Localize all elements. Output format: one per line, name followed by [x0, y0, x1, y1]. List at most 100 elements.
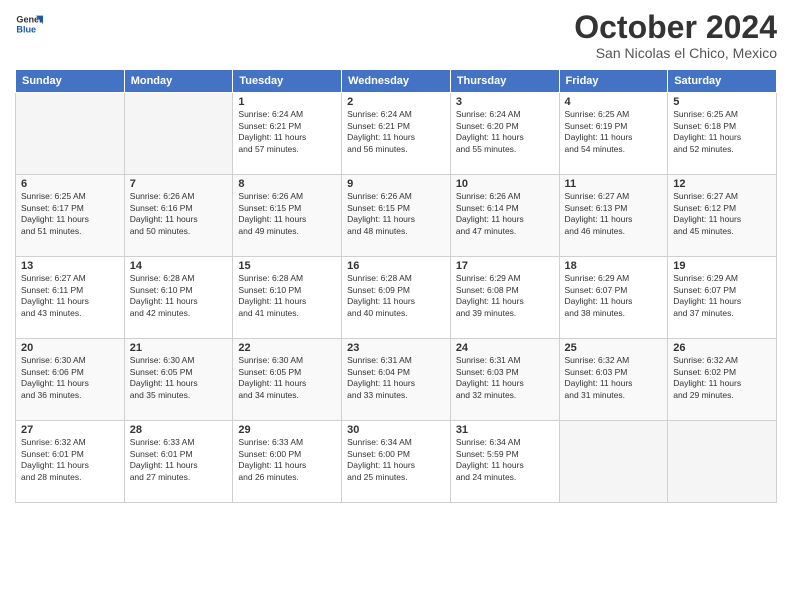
calendar-cell: 11Sunrise: 6:27 AM Sunset: 6:13 PM Dayli… — [559, 175, 668, 257]
calendar-cell: 19Sunrise: 6:29 AM Sunset: 6:07 PM Dayli… — [668, 257, 777, 339]
day-number: 22 — [238, 342, 336, 354]
calendar-cell — [16, 93, 125, 175]
calendar-cell: 28Sunrise: 6:33 AM Sunset: 6:01 PM Dayli… — [124, 421, 233, 503]
calendar-cell: 17Sunrise: 6:29 AM Sunset: 6:08 PM Dayli… — [450, 257, 559, 339]
calendar-header-row: SundayMondayTuesdayWednesdayThursdayFrid… — [16, 70, 777, 93]
day-info: Sunrise: 6:25 AM Sunset: 6:19 PM Dayligh… — [565, 109, 663, 155]
location-subtitle: San Nicolas el Chico, Mexico — [574, 45, 777, 61]
day-number: 11 — [565, 178, 663, 190]
logo: General Blue — [15, 10, 43, 38]
day-number: 10 — [456, 178, 554, 190]
day-number: 28 — [130, 424, 228, 436]
day-number: 8 — [238, 178, 336, 190]
calendar-cell: 10Sunrise: 6:26 AM Sunset: 6:14 PM Dayli… — [450, 175, 559, 257]
day-info: Sunrise: 6:24 AM Sunset: 6:21 PM Dayligh… — [238, 109, 336, 155]
day-number: 13 — [21, 260, 119, 272]
day-number: 7 — [130, 178, 228, 190]
day-info: Sunrise: 6:31 AM Sunset: 6:03 PM Dayligh… — [456, 355, 554, 401]
day-info: Sunrise: 6:28 AM Sunset: 6:09 PM Dayligh… — [347, 273, 445, 319]
day-number: 2 — [347, 96, 445, 108]
calendar-cell — [124, 93, 233, 175]
day-info: Sunrise: 6:24 AM Sunset: 6:20 PM Dayligh… — [456, 109, 554, 155]
col-header-monday: Monday — [124, 70, 233, 93]
col-header-thursday: Thursday — [450, 70, 559, 93]
col-header-sunday: Sunday — [16, 70, 125, 93]
day-number: 9 — [347, 178, 445, 190]
calendar-cell: 16Sunrise: 6:28 AM Sunset: 6:09 PM Dayli… — [342, 257, 451, 339]
day-info: Sunrise: 6:24 AM Sunset: 6:21 PM Dayligh… — [347, 109, 445, 155]
calendar-cell: 7Sunrise: 6:26 AM Sunset: 6:16 PM Daylig… — [124, 175, 233, 257]
col-header-saturday: Saturday — [668, 70, 777, 93]
day-number: 4 — [565, 96, 663, 108]
calendar-cell: 8Sunrise: 6:26 AM Sunset: 6:15 PM Daylig… — [233, 175, 342, 257]
day-number: 18 — [565, 260, 663, 272]
col-header-friday: Friday — [559, 70, 668, 93]
calendar-cell: 21Sunrise: 6:30 AM Sunset: 6:05 PM Dayli… — [124, 339, 233, 421]
day-info: Sunrise: 6:26 AM Sunset: 6:15 PM Dayligh… — [347, 191, 445, 237]
day-number: 20 — [21, 342, 119, 354]
day-info: Sunrise: 6:25 AM Sunset: 6:18 PM Dayligh… — [673, 109, 771, 155]
calendar-cell: 24Sunrise: 6:31 AM Sunset: 6:03 PM Dayli… — [450, 339, 559, 421]
day-number: 21 — [130, 342, 228, 354]
day-info: Sunrise: 6:32 AM Sunset: 6:03 PM Dayligh… — [565, 355, 663, 401]
calendar-cell: 6Sunrise: 6:25 AM Sunset: 6:17 PM Daylig… — [16, 175, 125, 257]
day-info: Sunrise: 6:34 AM Sunset: 5:59 PM Dayligh… — [456, 437, 554, 483]
calendar-cell: 15Sunrise: 6:28 AM Sunset: 6:10 PM Dayli… — [233, 257, 342, 339]
calendar-cell: 14Sunrise: 6:28 AM Sunset: 6:10 PM Dayli… — [124, 257, 233, 339]
calendar-cell: 25Sunrise: 6:32 AM Sunset: 6:03 PM Dayli… — [559, 339, 668, 421]
calendar-week-row: 6Sunrise: 6:25 AM Sunset: 6:17 PM Daylig… — [16, 175, 777, 257]
day-info: Sunrise: 6:25 AM Sunset: 6:17 PM Dayligh… — [21, 191, 119, 237]
day-number: 19 — [673, 260, 771, 272]
day-info: Sunrise: 6:32 AM Sunset: 6:02 PM Dayligh… — [673, 355, 771, 401]
calendar-cell: 4Sunrise: 6:25 AM Sunset: 6:19 PM Daylig… — [559, 93, 668, 175]
calendar-cell: 29Sunrise: 6:33 AM Sunset: 6:00 PM Dayli… — [233, 421, 342, 503]
day-info: Sunrise: 6:30 AM Sunset: 6:06 PM Dayligh… — [21, 355, 119, 401]
day-info: Sunrise: 6:27 AM Sunset: 6:12 PM Dayligh… — [673, 191, 771, 237]
calendar-cell — [559, 421, 668, 503]
day-number: 25 — [565, 342, 663, 354]
calendar-cell: 1Sunrise: 6:24 AM Sunset: 6:21 PM Daylig… — [233, 93, 342, 175]
title-block: October 2024 San Nicolas el Chico, Mexic… — [574, 10, 777, 61]
calendar-cell: 13Sunrise: 6:27 AM Sunset: 6:11 PM Dayli… — [16, 257, 125, 339]
day-number: 1 — [238, 96, 336, 108]
day-info: Sunrise: 6:27 AM Sunset: 6:11 PM Dayligh… — [21, 273, 119, 319]
day-info: Sunrise: 6:26 AM Sunset: 6:14 PM Dayligh… — [456, 191, 554, 237]
calendar-cell: 18Sunrise: 6:29 AM Sunset: 6:07 PM Dayli… — [559, 257, 668, 339]
day-info: Sunrise: 6:26 AM Sunset: 6:16 PM Dayligh… — [130, 191, 228, 237]
day-info: Sunrise: 6:33 AM Sunset: 6:00 PM Dayligh… — [238, 437, 336, 483]
calendar-cell — [668, 421, 777, 503]
calendar-cell: 5Sunrise: 6:25 AM Sunset: 6:18 PM Daylig… — [668, 93, 777, 175]
day-info: Sunrise: 6:29 AM Sunset: 6:07 PM Dayligh… — [673, 273, 771, 319]
day-number: 12 — [673, 178, 771, 190]
month-title: October 2024 — [574, 10, 777, 45]
day-number: 24 — [456, 342, 554, 354]
day-info: Sunrise: 6:27 AM Sunset: 6:13 PM Dayligh… — [565, 191, 663, 237]
svg-text:Blue: Blue — [16, 24, 36, 34]
day-info: Sunrise: 6:26 AM Sunset: 6:15 PM Dayligh… — [238, 191, 336, 237]
day-info: Sunrise: 6:30 AM Sunset: 6:05 PM Dayligh… — [130, 355, 228, 401]
day-number: 31 — [456, 424, 554, 436]
calendar-cell: 23Sunrise: 6:31 AM Sunset: 6:04 PM Dayli… — [342, 339, 451, 421]
col-header-wednesday: Wednesday — [342, 70, 451, 93]
calendar-cell: 12Sunrise: 6:27 AM Sunset: 6:12 PM Dayli… — [668, 175, 777, 257]
day-number: 17 — [456, 260, 554, 272]
calendar-cell: 3Sunrise: 6:24 AM Sunset: 6:20 PM Daylig… — [450, 93, 559, 175]
calendar-cell: 30Sunrise: 6:34 AM Sunset: 6:00 PM Dayli… — [342, 421, 451, 503]
calendar-cell: 22Sunrise: 6:30 AM Sunset: 6:05 PM Dayli… — [233, 339, 342, 421]
calendar-week-row: 27Sunrise: 6:32 AM Sunset: 6:01 PM Dayli… — [16, 421, 777, 503]
col-header-tuesday: Tuesday — [233, 70, 342, 93]
calendar-cell: 26Sunrise: 6:32 AM Sunset: 6:02 PM Dayli… — [668, 339, 777, 421]
day-info: Sunrise: 6:29 AM Sunset: 6:08 PM Dayligh… — [456, 273, 554, 319]
day-number: 26 — [673, 342, 771, 354]
day-number: 3 — [456, 96, 554, 108]
calendar-cell: 31Sunrise: 6:34 AM Sunset: 5:59 PM Dayli… — [450, 421, 559, 503]
calendar-cell: 2Sunrise: 6:24 AM Sunset: 6:21 PM Daylig… — [342, 93, 451, 175]
day-number: 16 — [347, 260, 445, 272]
day-number: 30 — [347, 424, 445, 436]
day-info: Sunrise: 6:30 AM Sunset: 6:05 PM Dayligh… — [238, 355, 336, 401]
day-info: Sunrise: 6:29 AM Sunset: 6:07 PM Dayligh… — [565, 273, 663, 319]
calendar-week-row: 1Sunrise: 6:24 AM Sunset: 6:21 PM Daylig… — [16, 93, 777, 175]
day-info: Sunrise: 6:31 AM Sunset: 6:04 PM Dayligh… — [347, 355, 445, 401]
day-number: 14 — [130, 260, 228, 272]
day-info: Sunrise: 6:28 AM Sunset: 6:10 PM Dayligh… — [238, 273, 336, 319]
